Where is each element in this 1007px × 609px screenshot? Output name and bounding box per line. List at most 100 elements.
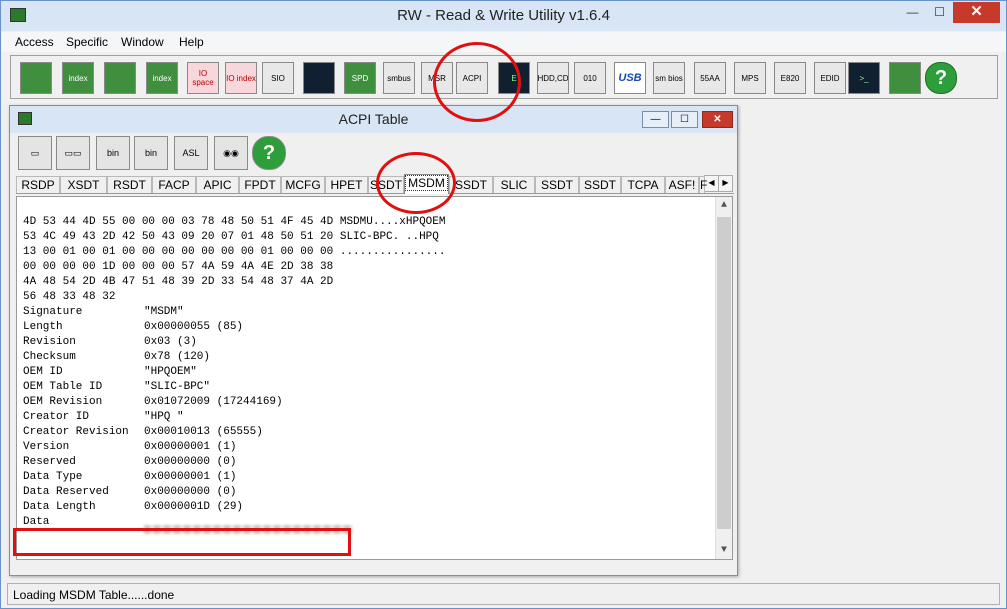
table-content: 4D 53 44 4D 55 00 00 00 03 78 48 50 51 4… bbox=[16, 196, 733, 560]
save-icon[interactable]: ▭ bbox=[18, 136, 52, 170]
acpi-window-title: ACPI Table bbox=[338, 111, 409, 127]
menu-help[interactable]: Help bbox=[179, 35, 204, 49]
pci-button[interactable] bbox=[20, 62, 52, 94]
menu-bar: Access Specific Window Help bbox=[1, 32, 1006, 52]
close-button[interactable]: ✕ bbox=[953, 2, 1000, 23]
acpi-title-bar[interactable]: ACPI Table — ☐ ✕ bbox=[10, 106, 737, 133]
scroll-up-icon[interactable]: ▲ bbox=[716, 197, 732, 214]
field-value: 0x00010013 (65555) bbox=[144, 426, 263, 438]
window-title: RW - Read & Write Utility v1.6.4 bbox=[397, 7, 610, 24]
field-value: 0x00000000 (0) bbox=[144, 456, 237, 468]
field-value: "MSDM" bbox=[144, 306, 184, 318]
tab-xsdt-1[interactable]: XSDT bbox=[60, 176, 107, 193]
sio-button[interactable]: SIO bbox=[262, 62, 294, 94]
acpi-maximize-button[interactable]: ☐ bbox=[671, 111, 698, 128]
acpi-minimize-button[interactable]: — bbox=[642, 111, 669, 128]
smbus-button[interactable]: smbus bbox=[383, 62, 415, 94]
010-button[interactable]: 010 bbox=[574, 62, 606, 94]
tab-ssdt-12[interactable]: SSDT bbox=[535, 176, 579, 193]
tab-label: FPDT bbox=[244, 178, 276, 192]
tab-label: FACP bbox=[158, 178, 190, 192]
maximize-button[interactable]: ☐ bbox=[926, 2, 953, 23]
tab-label: RSDT bbox=[113, 178, 146, 192]
smbios-button[interactable]: sm bios bbox=[653, 62, 685, 94]
menu-window[interactable]: Window bbox=[121, 35, 164, 49]
field-name: Data Length bbox=[23, 501, 96, 513]
mps-button[interactable]: MPS bbox=[734, 62, 766, 94]
field-name: OEM Table ID bbox=[23, 381, 103, 393]
vertical-scrollbar[interactable]: ▲ ▼ bbox=[715, 197, 732, 559]
command-prompt-button[interactable]: >_ bbox=[848, 62, 880, 94]
scroll-down-icon[interactable]: ▼ bbox=[716, 542, 732, 559]
tab-asf-15[interactable]: ASF! bbox=[665, 176, 699, 193]
field-name: OEM Revision bbox=[23, 396, 103, 408]
io-index-button[interactable]: IO index bbox=[225, 62, 257, 94]
field-value: "SLIC-BPC" bbox=[144, 381, 211, 393]
save-all-bin-icon[interactable]: bin bbox=[134, 136, 168, 170]
memory-button[interactable] bbox=[104, 62, 136, 94]
field-value: 0x03 (3) bbox=[144, 336, 197, 348]
tab-mcfg-6[interactable]: MCFG bbox=[281, 176, 325, 193]
tab-label: APIC bbox=[203, 178, 232, 192]
usb-button[interactable]: USB bbox=[614, 62, 646, 94]
hdd-cd-button[interactable]: HDD,CD bbox=[537, 62, 569, 94]
tab-apic-4[interactable]: APIC bbox=[196, 176, 239, 193]
hex-line: 4A 48 54 2D 4B 47 51 48 39 2D 33 54 48 3… bbox=[23, 276, 334, 288]
asl-icon[interactable]: ASL bbox=[174, 136, 208, 170]
field-name: Signature bbox=[23, 306, 83, 318]
menu-specific[interactable]: Specific bbox=[66, 35, 108, 49]
tab-hpet-7[interactable]: HPET bbox=[325, 176, 368, 193]
tab-scroll-right-icon[interactable]: ▶ bbox=[718, 175, 733, 192]
pci-index-button[interactable]: index bbox=[62, 62, 94, 94]
hex-line: 53 4C 49 43 2D 42 50 43 09 20 07 01 48 5… bbox=[23, 231, 439, 243]
save-bin-icon[interactable]: bin bbox=[96, 136, 130, 170]
tab-rsdp-0[interactable]: RSDP bbox=[16, 176, 60, 193]
field-name: Reserved bbox=[23, 456, 76, 468]
field-name: Length bbox=[23, 321, 63, 333]
title-bar[interactable]: RW - Read & Write Utility v1.6.4 — ☐ ✕ bbox=[1, 1, 1006, 31]
field-name: Version bbox=[23, 441, 70, 453]
acpi-tab-bar: ◀ ▶ RSDP XSDT RSDT FACP APIC FPDT MCFG HPET SSDT… bbox=[16, 174, 734, 194]
tab-fpdt-5[interactable]: FPDT bbox=[239, 176, 281, 193]
tab-label: F bbox=[700, 178, 708, 192]
scroll-thumb[interactable] bbox=[717, 217, 731, 529]
memory-index-button[interactable]: index bbox=[146, 62, 178, 94]
tab-label: HPET bbox=[330, 178, 363, 192]
edid-button[interactable]: EDID bbox=[814, 62, 846, 94]
tab-tcpa-14[interactable]: TCPA bbox=[621, 176, 665, 193]
tab-label: SLIC bbox=[500, 178, 528, 192]
io-space-button[interactable]: IO space bbox=[187, 62, 219, 94]
binoculars-icon[interactable]: ◉◉ bbox=[214, 136, 248, 170]
tab-label: SSDT bbox=[583, 178, 616, 192]
field-value: 0x0000001D (29) bbox=[144, 501, 244, 513]
field-name: Data Reserved bbox=[23, 486, 109, 498]
55aa-button[interactable]: 55AA bbox=[694, 62, 726, 94]
e820-button[interactable]: E820 bbox=[774, 62, 806, 94]
help-icon[interactable]: ? bbox=[252, 136, 286, 170]
save-all-icon[interactable]: ▭▭ bbox=[56, 136, 90, 170]
battery-button[interactable] bbox=[889, 62, 921, 94]
acpi-highlight-ring bbox=[433, 42, 521, 122]
tab-facp-3[interactable]: FACP bbox=[152, 176, 196, 193]
field-name: Checksum bbox=[23, 351, 76, 363]
tab-slic-11[interactable]: SLIC bbox=[493, 176, 535, 193]
menu-access[interactable]: Access bbox=[15, 35, 54, 49]
field-value: 0x00000001 (1) bbox=[144, 441, 237, 453]
field-name: Data Type bbox=[23, 471, 83, 483]
status-panel: Loading MSDM Table......done bbox=[7, 583, 1000, 605]
tab-ssdt-13[interactable]: SSDT bbox=[579, 176, 621, 193]
minimize-button[interactable]: — bbox=[899, 2, 926, 23]
tab-label: RSDP bbox=[21, 178, 55, 192]
data-highlight-box bbox=[13, 528, 351, 556]
acpi-close-button[interactable]: ✕ bbox=[702, 111, 733, 128]
help-button[interactable]: ? bbox=[925, 62, 957, 94]
oscilloscope-button[interactable] bbox=[303, 62, 335, 94]
tab-label: ASF! bbox=[668, 178, 696, 192]
field-name: Revision bbox=[23, 336, 76, 348]
tab-f-16[interactable]: F bbox=[699, 176, 708, 193]
field-name: OEM ID bbox=[23, 366, 63, 378]
tab-label: TCPA bbox=[627, 178, 659, 192]
spd-button[interactable]: SPD bbox=[344, 62, 376, 94]
tab-rsdt-2[interactable]: RSDT bbox=[107, 176, 152, 193]
tab-label: SSDT bbox=[454, 178, 487, 192]
